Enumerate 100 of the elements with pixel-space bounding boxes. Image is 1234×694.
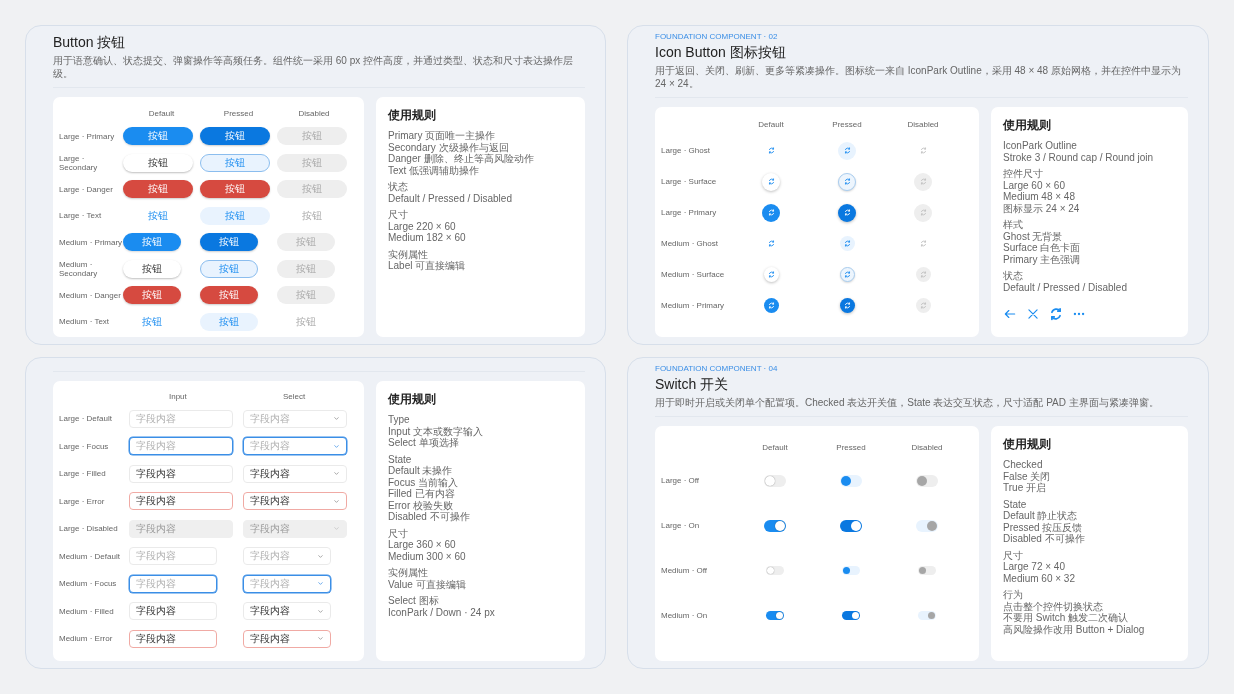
button[interactable]: 按钮: [200, 259, 258, 278]
button[interactable]: 按钮: [200, 233, 258, 252]
rule-text: State: [1003, 498, 1028, 510]
select-field[interactable]: 字段内容: [243, 464, 347, 483]
button[interactable]: 按钮: [200, 127, 270, 146]
rule-text: Input 文本或数字输入: [388, 425, 485, 437]
arrow-left-icon: [1003, 307, 1017, 321]
toggle-switch[interactable]: [842, 566, 860, 575]
icon-button[interactable]: [762, 203, 780, 222]
button[interactable]: 按钮: [200, 153, 270, 172]
row-label: Large · Off: [661, 476, 701, 485]
input-field[interactable]: 字段内容: [129, 602, 217, 621]
rule-text: 状态: [388, 181, 409, 193]
select-field[interactable]: 字段内容: [243, 547, 331, 566]
icon-button[interactable]: [763, 298, 779, 313]
button[interactable]: 按钮: [123, 259, 181, 278]
row-label: Medium · Text: [59, 317, 111, 327]
select-field[interactable]: 字段内容: [243, 492, 347, 511]
column-header: Input: [169, 391, 187, 401]
button[interactable]: 按钮: [123, 233, 181, 252]
input-field[interactable]: 字段内容: [129, 409, 233, 428]
input-field[interactable]: 字段内容: [129, 464, 233, 483]
row-label: Medium · Default: [59, 551, 121, 561]
rule-text: Filled 已有内容: [388, 488, 455, 500]
button[interactable]: 按钮: [123, 180, 193, 199]
input-field[interactable]: 字段内容: [129, 629, 217, 648]
button[interactable]: 按钮: [123, 153, 193, 172]
icon-button[interactable]: [763, 267, 779, 282]
toggle-switch[interactable]: [764, 519, 786, 532]
chevron-down-icon: [317, 607, 324, 615]
select-field[interactable]: 字段内容: [243, 602, 331, 621]
rules-title: 使用规则: [1003, 436, 1052, 452]
row-label: Large · Ghost: [661, 146, 711, 155]
chevron-down-icon: [333, 497, 340, 505]
chevron-down-icon: [333, 470, 340, 478]
chevron-down-icon: [333, 415, 340, 423]
rule-text: Medium 182 × 60: [388, 232, 467, 244]
rule-text: Medium 60 × 32: [1003, 572, 1076, 584]
rule-text: Default 未操作: [388, 465, 454, 477]
button[interactable]: 按钮: [200, 286, 258, 305]
refresh-icon: [767, 178, 775, 185]
rule-text: IconPark Outline: [1003, 140, 1078, 152]
rule-text: Text 低强调辅助操作: [388, 164, 481, 176]
icon-button[interactable]: [839, 236, 855, 251]
button[interactable]: 按钮: [200, 180, 270, 199]
rule-text: Large 220 × 60: [388, 220, 457, 232]
select-field[interactable]: 字段内容: [243, 409, 347, 428]
button[interactable]: 按钮: [123, 312, 181, 331]
rule-text: 高风险操作改用 Button + Dialog: [1003, 623, 1146, 635]
icon-button[interactable]: [762, 172, 780, 191]
toggle-switch[interactable]: [766, 611, 784, 620]
input-field[interactable]: 字段内容: [129, 437, 233, 456]
icon-button[interactable]: [838, 172, 856, 191]
eyebrow: FOUNDATION COMPONENT · 04: [655, 364, 779, 374]
icon-button[interactable]: [838, 141, 856, 160]
icon-button[interactable]: [839, 267, 855, 282]
row-label: Large · On: [661, 521, 701, 530]
button[interactable]: 按钮: [123, 206, 193, 225]
chevron-down-icon: [317, 635, 324, 643]
button[interactable]: 按钮: [200, 206, 270, 225]
column-header: Disabled: [911, 442, 943, 452]
rule-text: Surface 白色卡面: [1003, 242, 1082, 254]
toggle-switch[interactable]: [840, 474, 862, 487]
row-label: Medium · Primary: [661, 301, 726, 310]
row-label: Medium · Surface: [661, 270, 726, 279]
select-field[interactable]: 字段内容: [243, 574, 331, 593]
row-label: Medium · Filled: [59, 606, 115, 616]
rule-text: Default / Pressed / Disabled: [388, 192, 513, 204]
rules-title: 使用规则: [388, 391, 437, 407]
refresh-icon: [919, 178, 927, 185]
input-field[interactable]: 字段内容: [129, 547, 217, 566]
select-field[interactable]: 字段内容: [243, 629, 331, 648]
icon-button[interactable]: [838, 203, 856, 222]
button[interactable]: 按钮: [200, 312, 258, 331]
rule-text: Medium 48 × 48: [1003, 191, 1076, 203]
refresh-icon: [767, 147, 775, 154]
rule-text: Focus 当前输入: [388, 476, 459, 488]
input-field[interactable]: 字段内容: [129, 574, 217, 593]
row-label: Large · Error: [59, 496, 106, 506]
icon-button[interactable]: [839, 298, 855, 313]
row-label: Medium · Primary: [59, 237, 123, 247]
toggle-switch[interactable]: [840, 519, 862, 532]
chevron-down-icon: [317, 552, 324, 560]
row-label: Large · Text: [59, 211, 103, 221]
rule-text: 不要用 Switch 触发二次确认: [1003, 612, 1129, 624]
toggle-switch[interactable]: [842, 611, 860, 620]
toggle-switch[interactable]: [766, 566, 784, 575]
button[interactable]: 按钮: [123, 127, 193, 146]
toggle-switch[interactable]: [764, 474, 786, 487]
rules-title: 使用规则: [1003, 117, 1052, 133]
row-label: Large · Secondary: [59, 153, 99, 172]
column-header: Disabled: [298, 108, 330, 118]
select-field[interactable]: 字段内容: [243, 437, 347, 456]
chevron-down-icon: [333, 442, 340, 450]
rule-text: 尺寸: [1003, 549, 1024, 561]
rule-text: Large 360 × 60: [388, 539, 457, 551]
row-label: Large · Filled: [59, 469, 107, 479]
rule-text: True 开启: [1003, 482, 1047, 494]
button[interactable]: 按钮: [123, 286, 181, 305]
input-field[interactable]: 字段内容: [129, 492, 233, 511]
